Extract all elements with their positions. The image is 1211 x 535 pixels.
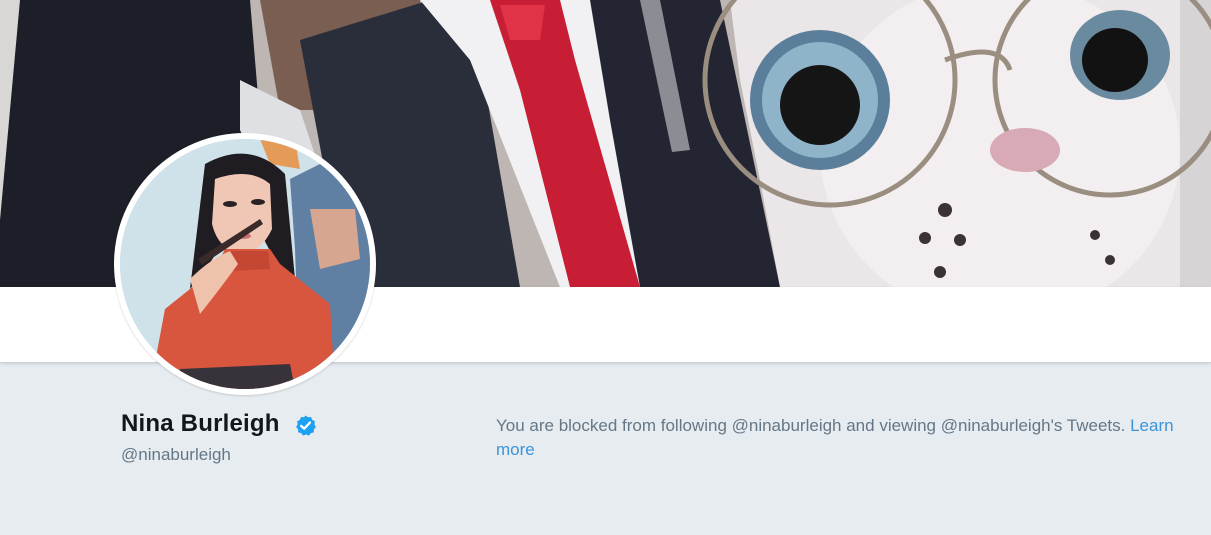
profile-page: Nina Burleigh @ninaburleigh You are bloc… — [0, 0, 1211, 535]
blocked-notice: You are blocked from following @ninaburl… — [496, 414, 1201, 462]
blocked-notice-text: You are blocked from following @ninaburl… — [496, 416, 1126, 435]
profile-name[interactable]: Nina Burleigh — [121, 410, 280, 438]
avatar-image — [120, 139, 370, 389]
verified-badge-icon — [296, 415, 316, 436]
profile-avatar[interactable] — [114, 133, 376, 395]
profile-handle[interactable]: @ninaburleigh — [121, 445, 231, 465]
